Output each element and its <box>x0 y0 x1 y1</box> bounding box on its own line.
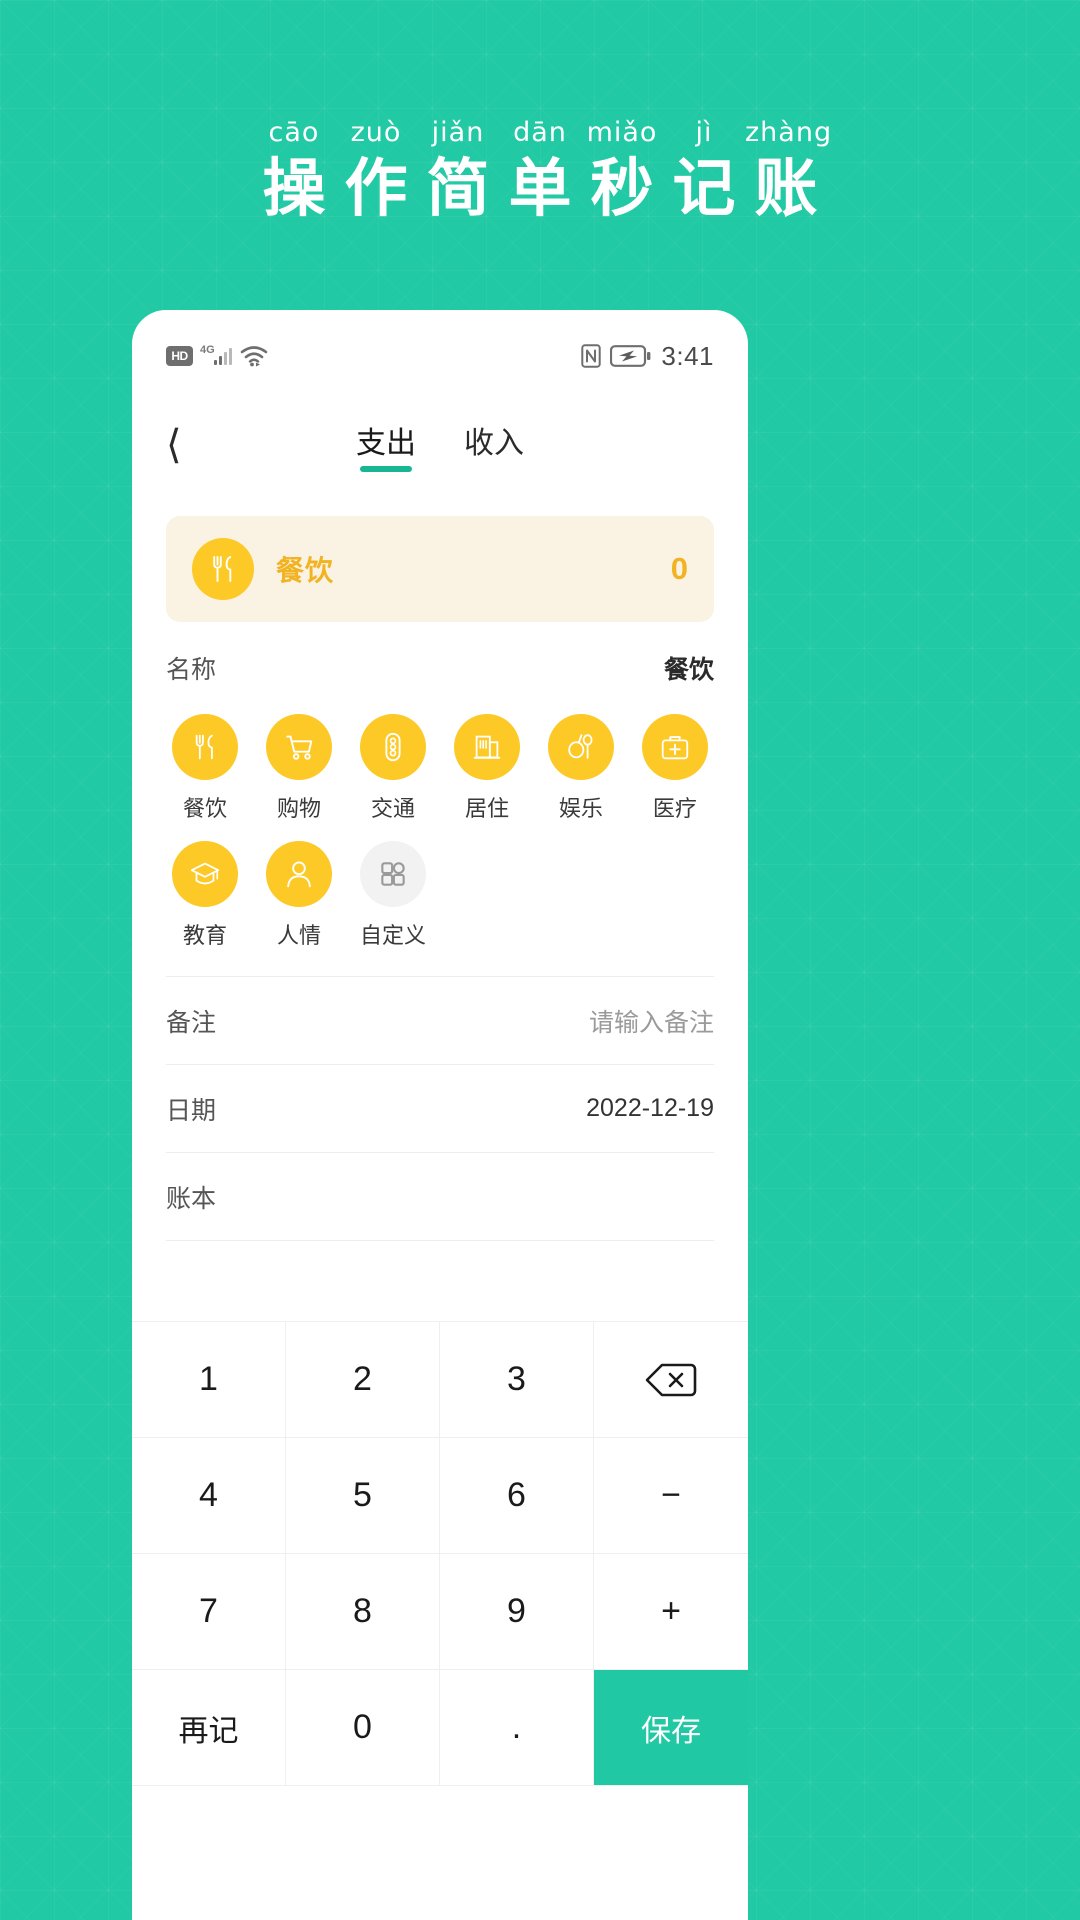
category-item-medical[interactable]: 医疗 <box>628 714 722 823</box>
tab-bar: 支出 收入 <box>132 418 748 472</box>
category-label: 娱乐 <box>558 796 603 821</box>
graduation-cap-icon <box>171 841 238 907</box>
category-item-dining[interactable]: 餐饮 <box>158 714 252 823</box>
cutlery-icon <box>192 538 254 600</box>
key-decimal[interactable]: . <box>440 1670 594 1786</box>
pinyin-5: jì <box>695 117 713 148</box>
key-9[interactable]: 9 <box>440 1554 594 1670</box>
headline-char-2: 简 <box>426 154 490 224</box>
pinyin-1: zuò <box>350 117 402 148</box>
pinyin-0: cāo <box>268 117 320 148</box>
category-label: 交通 <box>370 796 415 821</box>
tab-income[interactable]: 收入 <box>464 418 524 472</box>
form-row-date[interactable]: 日期 2022-12-19 <box>166 1065 714 1153</box>
back-chevron-icon[interactable]: ⟨ <box>166 425 182 465</box>
headline-char-5: 记 <box>672 154 736 224</box>
key-plus[interactable]: + <box>594 1554 748 1670</box>
backspace-icon[interactable] <box>594 1322 748 1438</box>
pinyin-4: miǎo <box>586 117 658 148</box>
category-label: 教育 <box>182 923 227 948</box>
form-label-note: 备注 <box>166 1008 217 1037</box>
key-5[interactable]: 5 <box>286 1438 440 1554</box>
key-6[interactable]: 6 <box>440 1438 594 1554</box>
hd-icon: HD <box>166 346 193 366</box>
category-item-relationship[interactable]: 人情 <box>252 841 346 950</box>
status-bar-left: HD 4G <box>166 344 269 368</box>
headline-char-4: 秒 <box>590 154 654 224</box>
name-value: 餐饮 <box>663 656 714 684</box>
pinyin-6: zhàng <box>745 117 833 148</box>
wifi-icon <box>239 344 269 368</box>
building-icon <box>453 714 520 780</box>
key-7[interactable]: 7 <box>132 1554 286 1670</box>
key-again[interactable]: 再记 <box>132 1670 286 1786</box>
form-row-note[interactable]: 备注 请输入备注 <box>166 977 714 1065</box>
headline-char-1: 作 <box>344 154 408 224</box>
nfc-icon <box>581 344 602 368</box>
category-label: 餐饮 <box>182 796 227 821</box>
category-item-education[interactable]: 教育 <box>158 841 252 950</box>
shopping-cart-icon <box>265 714 332 780</box>
category-item-transport[interactable]: 交通 <box>346 714 440 823</box>
status-bar: HD 4G 3:41 <box>132 310 748 402</box>
amount-card-category: 餐饮 <box>276 555 335 586</box>
key-8[interactable]: 8 <box>286 1554 440 1670</box>
medical-kit-icon <box>641 714 708 780</box>
save-button[interactable]: 保存 <box>594 1670 748 1786</box>
traffic-light-icon <box>359 714 426 780</box>
form-label-date: 日期 <box>166 1096 217 1125</box>
headline-character-row: 操 作 简 单 秒 记 账 <box>0 150 1080 228</box>
category-item-entertainment[interactable]: 娱乐 <box>534 714 628 823</box>
form-label-ledger: 账本 <box>166 1184 217 1213</box>
category-label: 居住 <box>464 796 509 821</box>
category-label: 购物 <box>276 796 321 821</box>
category-item-housing[interactable]: 居住 <box>440 714 534 823</box>
amount-card[interactable]: 餐饮 0 <box>166 516 714 622</box>
key-0[interactable]: 0 <box>286 1670 440 1786</box>
key-4[interactable]: 4 <box>132 1438 286 1554</box>
amount-card-value: 0 <box>670 551 688 586</box>
category-label: 自定义 <box>359 923 426 948</box>
category-label: 人情 <box>276 923 321 948</box>
pinyin-2: jiǎn <box>431 117 485 148</box>
pinyin-3: dān <box>513 117 567 148</box>
date-value[interactable]: 2022-12-19 <box>586 1094 714 1123</box>
grid-squares-icon <box>359 841 426 907</box>
tab-expense-label: 支出 <box>356 427 416 460</box>
form-spacer <box>132 1241 748 1321</box>
tab-expense[interactable]: 支出 <box>356 418 416 472</box>
key-3[interactable]: 3 <box>440 1322 594 1438</box>
form-row-ledger[interactable]: 账本 <box>166 1153 714 1241</box>
promo-headline: cāo zuò jiǎn dān miǎo jì zhàng 操 作 简 单 秒… <box>0 118 1080 228</box>
category-grid: 餐饮 购物 交通 居住 娱乐 医疗 教育 人情 自定义 <box>158 714 722 968</box>
name-label: 名称 <box>166 656 217 684</box>
tab-income-label: 收入 <box>464 427 524 460</box>
status-bar-clock: 3:41 <box>661 340 714 371</box>
numeric-keypad: 1 2 3 4 5 6 − 7 8 9 + 再记 0 . 保存 <box>132 1321 748 1786</box>
note-input[interactable]: 请输入备注 <box>589 1003 714 1039</box>
category-item-shopping[interactable]: 购物 <box>252 714 346 823</box>
headline-pinyin-row: cāo zuò jiǎn dān miǎo jì zhàng <box>0 118 1080 148</box>
nav-bar: ⟨ 支出 收入 <box>132 402 748 488</box>
signal-bars <box>214 347 232 365</box>
key-minus[interactable]: − <box>594 1438 748 1554</box>
key-1[interactable]: 1 <box>132 1322 286 1438</box>
cutlery-icon <box>171 714 238 780</box>
status-bar-right: 3:41 <box>581 310 714 402</box>
network-type-label: 4G <box>200 343 215 356</box>
category-item-custom[interactable]: 自定义 <box>346 841 440 950</box>
battery-charging-icon <box>610 345 652 367</box>
cellular-signal-icon: 4G <box>200 344 232 365</box>
headline-char-3: 单 <box>508 154 572 224</box>
entertainment-icon <box>547 714 614 780</box>
headline-char-0: 操 <box>262 154 326 224</box>
person-icon <box>265 841 332 907</box>
key-2[interactable]: 2 <box>286 1322 440 1438</box>
name-row: 名称 餐饮 <box>166 622 714 714</box>
phone-screen: HD 4G 3:41 ⟨ 支出 收入 餐饮 0 名称 餐饮 餐饮 购物 交通 居… <box>132 310 748 1920</box>
category-label: 医疗 <box>652 796 697 821</box>
headline-char-6: 账 <box>754 154 818 224</box>
